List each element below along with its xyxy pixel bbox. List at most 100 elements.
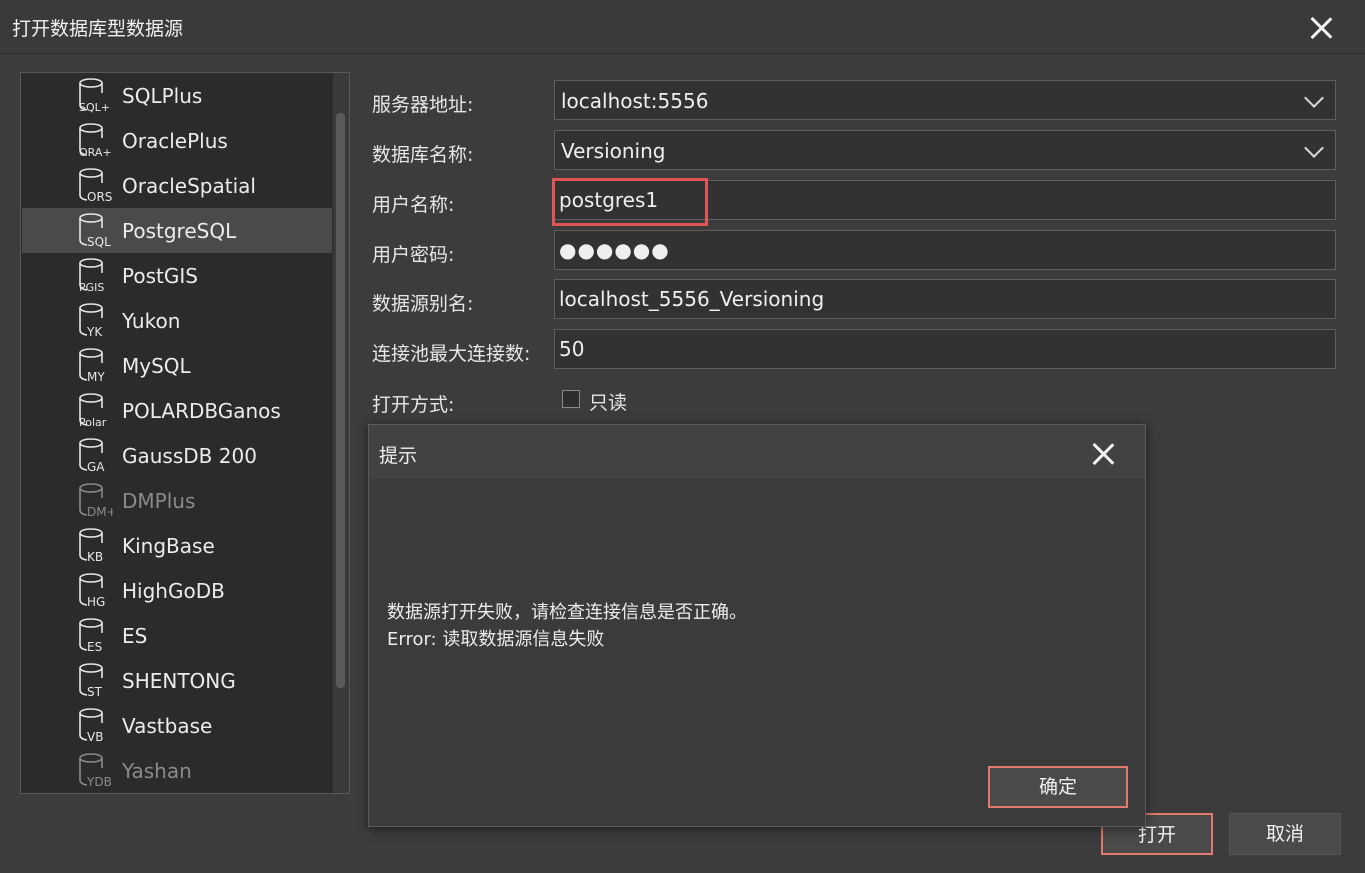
list-item-label: KingBase <box>122 534 215 558</box>
dialog-message-line2: Error: 读取数据源信息失败 <box>387 629 605 650</box>
title-bar: 打开数据库型数据源 <box>0 0 1365 54</box>
database-label: 数据库名称: <box>372 144 474 166</box>
database-icon: GA <box>77 438 113 474</box>
pool-label: 连接池最大连接数: <box>372 343 531 365</box>
database-badge: VB <box>87 730 103 744</box>
database-badge: DM+ <box>87 505 113 519</box>
list-item[interactable]: ORS OracleSpatial <box>22 163 332 208</box>
close-icon[interactable] <box>1088 439 1118 469</box>
list-item[interactable]: HG HighGoDB <box>22 568 332 613</box>
password-value: ●●●●●● <box>559 238 670 262</box>
database-badge: ST <box>87 685 103 699</box>
database-icon: SQL <box>77 213 113 249</box>
database-badge: ORS <box>87 190 112 204</box>
alias-label: 数据源别名: <box>372 293 474 315</box>
list-item[interactable]: ES ES <box>22 613 332 658</box>
list-item[interactable]: ST SHENTONG <box>22 658 332 703</box>
user-label: 用户名称: <box>372 194 455 216</box>
dialog-message-line1: 数据源打开失败，请检查连接信息是否正确。 <box>387 602 747 623</box>
server-combobox[interactable]: localhost:5556 <box>554 80 1336 120</box>
list-item-label: PostGIS <box>122 264 198 288</box>
list-item[interactable]: SQL+ SQLPlus <box>22 73 332 118</box>
list-item[interactable]: SQL PostgreSQL <box>22 208 332 253</box>
open-mode-label: 打开方式: <box>372 394 455 416</box>
user-value: postgres1 <box>559 188 659 212</box>
alias-value: localhost_5556_Versioning <box>559 287 825 311</box>
list-item-label: PostgreSQL <box>122 219 237 243</box>
list-item[interactable]: YK Yukon <box>22 298 332 343</box>
database-icon: MY <box>77 348 113 384</box>
list-item-label: MySQL <box>122 354 191 378</box>
database-icon: PGIS <box>77 258 113 294</box>
database-badge: HG <box>87 595 105 609</box>
server-label: 服务器地址: <box>372 94 474 116</box>
list-item-label: HighGoDB <box>122 579 225 603</box>
list-item[interactable]: YDB Yashan <box>22 748 332 793</box>
list-item[interactable]: PGIS PostGIS <box>22 253 332 298</box>
database-icon: YK <box>77 303 113 339</box>
list-item-label: POLARDBGanos <box>122 399 281 423</box>
pool-field[interactable]: 50 <box>554 329 1336 369</box>
server-value: localhost:5556 <box>561 89 709 113</box>
list-item-label: GaussDB 200 <box>122 444 257 468</box>
database-badge: Polar <box>79 416 107 429</box>
list-item-label: DMPlus <box>122 489 196 513</box>
database-badge: ES <box>87 640 102 654</box>
dialog-title: 提示 <box>379 445 418 467</box>
user-field[interactable]: postgres1 <box>554 180 1336 220</box>
list-item[interactable]: MY MySQL <box>22 343 332 388</box>
list-item[interactable]: VB Vastbase <box>22 703 332 748</box>
list-item[interactable]: KB KingBase <box>22 523 332 568</box>
list-item-label: Yukon <box>122 309 181 333</box>
chevron-down-icon[interactable] <box>1304 138 1324 158</box>
readonly-checkbox[interactable] <box>562 390 580 408</box>
close-icon[interactable] <box>1306 13 1336 43</box>
database-icon: ES <box>77 618 113 654</box>
database-icon: YDB <box>77 753 113 789</box>
database-icon: HG <box>77 573 113 609</box>
list-item-label: ES <box>122 624 148 648</box>
list-item-label: OracleSpatial <box>122 174 256 198</box>
window-title: 打开数据库型数据源 <box>12 18 184 40</box>
list-item-label: Yashan <box>122 759 192 783</box>
alias-field[interactable]: localhost_5556_Versioning <box>554 279 1336 319</box>
database-icon: VB <box>77 708 113 744</box>
dialog-header: 提示 <box>369 425 1145 479</box>
database-icon: ST <box>77 663 113 699</box>
database-value: Versioning <box>561 139 666 163</box>
database-icon: KB <box>77 528 113 564</box>
chevron-down-icon[interactable] <box>1304 88 1324 108</box>
database-icon: DM+ <box>77 483 113 519</box>
database-badge: GA <box>87 460 105 474</box>
database-badge: PGIS <box>79 281 104 294</box>
cancel-button[interactable]: 取消 <box>1229 813 1341 855</box>
database-badge: YDB <box>86 775 112 789</box>
database-badge: KB <box>87 550 103 564</box>
database-badge: MY <box>87 370 105 384</box>
database-icon: Polar <box>77 393 113 429</box>
scroll-thumb[interactable] <box>336 113 345 688</box>
database-badge: ORA+ <box>79 146 112 159</box>
list-item-label: SHENTONG <box>122 669 236 693</box>
error-dialog: 提示 数据源打开失败，请检查连接信息是否正确。 Error: 读取数据源信息失败… <box>368 424 1146 827</box>
password-field[interactable]: ●●●●●● <box>554 230 1336 270</box>
list-item[interactable]: GA GaussDB 200 <box>22 433 332 478</box>
database-badge: SQL <box>87 235 111 249</box>
list-scrollbar[interactable] <box>333 73 349 793</box>
database-icon: ORS <box>77 168 113 204</box>
database-badge: SQL+ <box>79 101 110 114</box>
readonly-label[interactable]: 只读 <box>589 388 627 415</box>
list-item[interactable]: Polar POLARDBGanos <box>22 388 332 433</box>
list-item-label: Vastbase <box>122 714 213 738</box>
list-item[interactable]: ORA+ OraclePlus <box>22 118 332 163</box>
ok-button[interactable]: 确定 <box>988 766 1128 808</box>
pool-value: 50 <box>559 337 585 361</box>
database-combobox[interactable]: Versioning <box>554 130 1336 170</box>
database-icon: ORA+ <box>77 123 113 159</box>
list-item-label: SQLPlus <box>122 84 203 108</box>
datasource-type-list[interactable]: SQL+ SQLPlus ORA+ OraclePlus ORS OracleSpatia… <box>20 72 350 794</box>
password-label: 用户密码: <box>372 244 455 266</box>
list-item-label: OraclePlus <box>122 129 228 153</box>
list-item[interactable]: DM+ DMPlus <box>22 478 332 523</box>
database-badge: YK <box>86 325 103 339</box>
